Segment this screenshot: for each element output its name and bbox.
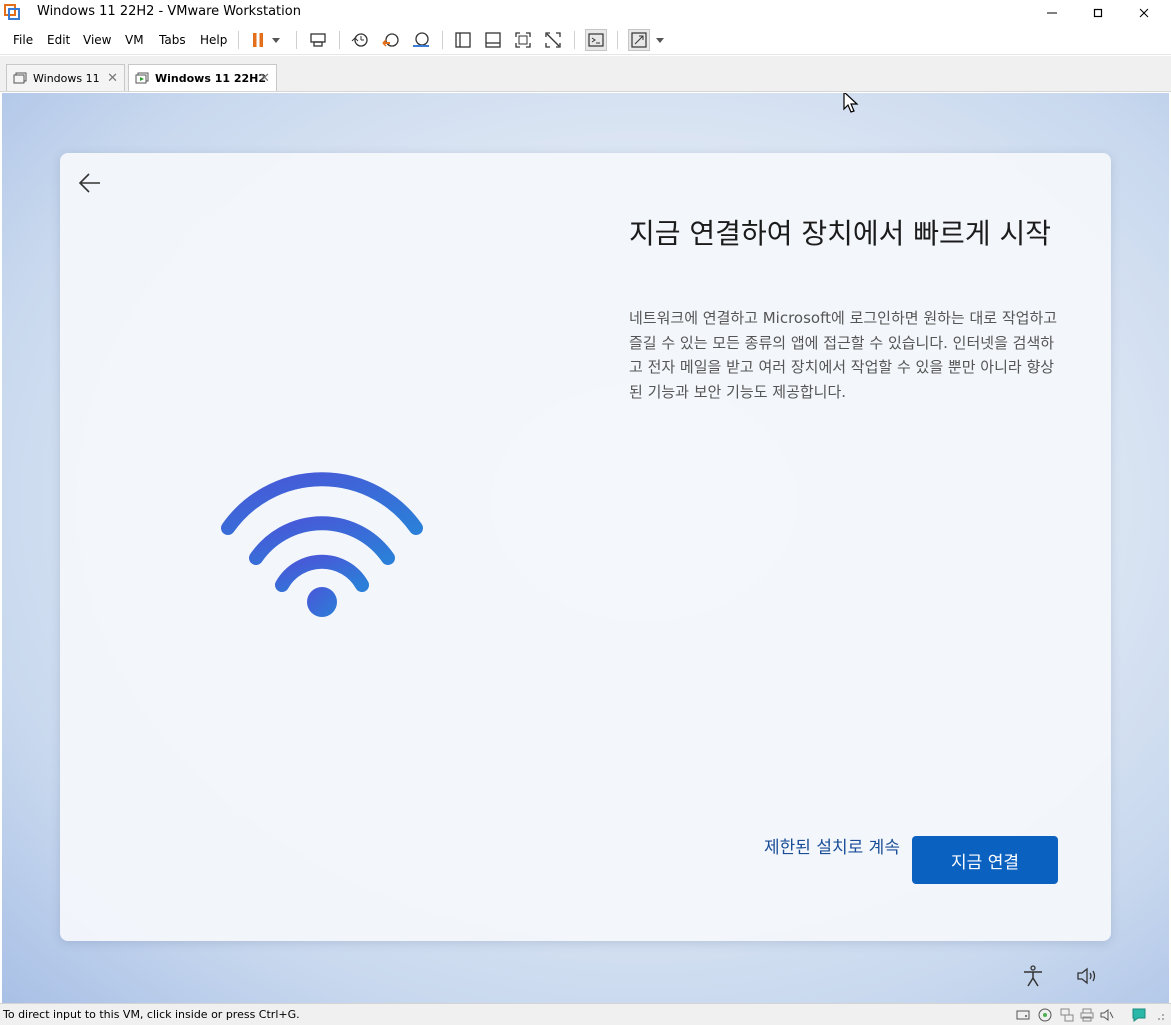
snapshot-icon[interactable] <box>349 29 371 51</box>
menu-file[interactable]: File <box>13 33 33 47</box>
network-adapter-icon[interactable] <box>1059 1007 1075 1023</box>
status-message: To direct input to this VM, click inside… <box>3 1008 300 1021</box>
running-vm-icon <box>135 72 149 84</box>
console-view-icon[interactable] <box>585 29 607 51</box>
window-title: Windows 11 22H2 - VMware Workstation <box>37 4 301 19</box>
tab-label: Windows 11 <box>33 71 100 85</box>
menu-view[interactable]: View <box>83 33 111 47</box>
dropdown-icon[interactable] <box>653 29 667 51</box>
page-description: 네트워크에 연결하고 Microsoft에 로그인하면 원하는 대로 작업하고 … <box>629 309 1058 401</box>
thumbnail-bar-icon[interactable] <box>482 29 504 51</box>
dropdown-icon[interactable] <box>269 29 283 51</box>
message-log-icon[interactable] <box>1131 1007 1147 1023</box>
resize-grip-icon[interactable] <box>1151 1007 1167 1023</box>
status-bar: To direct input to this VM, click inside… <box>0 1003 1171 1025</box>
sound-card-icon[interactable] <box>1099 1007 1115 1023</box>
close-tab-icon[interactable]: ✕ <box>107 71 118 86</box>
back-arrow-icon[interactable] <box>76 169 104 197</box>
close-button[interactable] <box>1121 0 1167 25</box>
volume-icon[interactable] <box>1075 964 1099 988</box>
toolbar-separator <box>617 31 618 49</box>
toolbar-separator <box>238 31 239 49</box>
vmware-logo-icon <box>4 4 20 20</box>
tab-windows-11[interactable]: Windows 11 ✕ <box>6 64 125 91</box>
vm-console[interactable]: 지금 연결하여 장치에서 빠르게 시작 네트워크에 연결하고 Microsoft… <box>2 93 1169 1003</box>
title-bar: Windows 11 22H2 - VMware Workstation <box>0 0 1171 25</box>
tab-windows-11-22h2[interactable]: Windows 11 22H2 ✕ <box>128 64 277 91</box>
unity-icon[interactable] <box>542 29 564 51</box>
hard-disk-icon[interactable] <box>1015 1007 1031 1023</box>
menu-vm[interactable]: VM <box>125 33 144 47</box>
minimize-button[interactable] <box>1029 0 1075 25</box>
send-ctrl-alt-del-icon[interactable] <box>307 29 329 51</box>
maximize-button[interactable] <box>1075 0 1121 25</box>
full-screen-icon[interactable] <box>512 29 534 51</box>
oobe-network-card: 지금 연결하여 장치에서 빠르게 시작 네트워크에 연결하고 Microsoft… <box>60 153 1111 941</box>
tab-label: Windows 11 22H2 <box>155 71 267 85</box>
close-tab-icon[interactable]: ✕ <box>259 71 270 86</box>
stretch-guest-icon[interactable] <box>628 29 650 51</box>
toolbar-separator <box>339 31 340 49</box>
cd-dvd-icon[interactable] <box>1037 1007 1053 1023</box>
menu-edit[interactable]: Edit <box>47 33 70 47</box>
menu-help[interactable]: Help <box>200 33 227 47</box>
wifi-icon <box>221 472 423 617</box>
toolbar-separator <box>442 31 443 49</box>
connect-now-button[interactable]: 지금 연결 <box>912 836 1058 884</box>
toolbar-separator <box>574 31 575 49</box>
vm-icon <box>13 72 27 84</box>
snapshot-manager-icon[interactable] <box>410 29 432 51</box>
vm-tab-bar: Windows 11 ✕ Windows 11 22H2 ✕ <box>0 56 1171 92</box>
show-library-icon[interactable] <box>452 29 474 51</box>
pause-icon[interactable] <box>247 29 269 51</box>
menu-tabs[interactable]: Tabs <box>159 33 186 47</box>
printer-icon[interactable] <box>1079 1007 1095 1023</box>
accessibility-icon[interactable] <box>1021 964 1045 988</box>
toolbar-separator <box>296 31 297 49</box>
continue-limited-setup-link[interactable]: 제한된 설치로 계속 <box>760 836 904 860</box>
revert-snapshot-icon[interactable] <box>380 29 402 51</box>
page-title: 지금 연결하여 장치에서 빠르게 시작 <box>629 217 1052 250</box>
mouse-cursor-icon <box>843 93 859 113</box>
menu-toolbar: File Edit View VM Tabs Help <box>0 25 1171 55</box>
